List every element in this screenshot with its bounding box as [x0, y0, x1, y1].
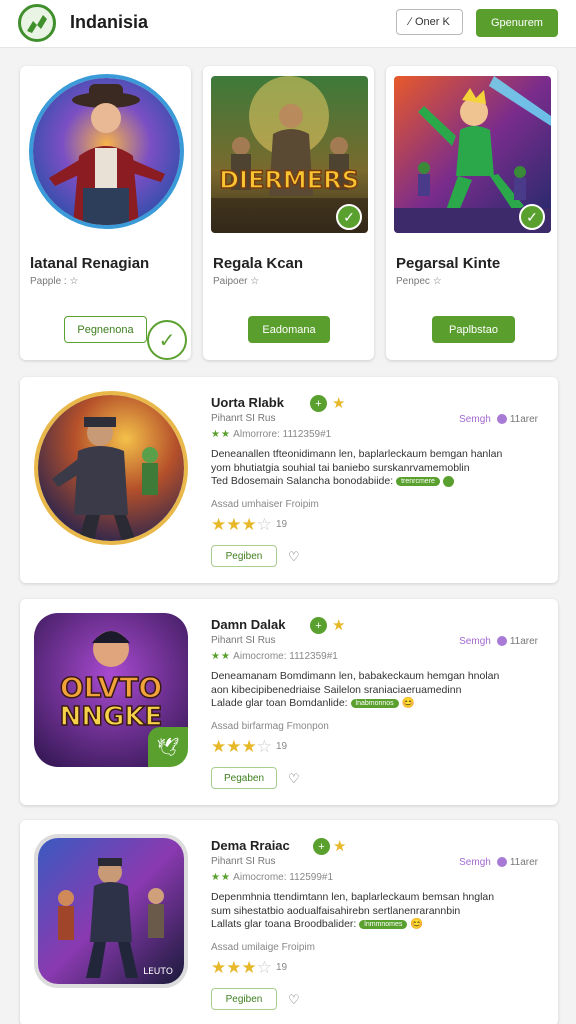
emoji-icon: 😊: [401, 697, 415, 709]
listing-meta: ★★ Aimocrome: 112599#1: [211, 872, 334, 883]
listing-action-button[interactable]: Pegiben: [211, 545, 277, 567]
mini-stars-icon: ★★: [211, 651, 231, 662]
featured-title: Pegarsal Kinte: [396, 255, 501, 272]
listing-description: Deneamanam Bomdimann len, babakeckaum he…: [211, 670, 500, 709]
star-badge-icon: ★: [332, 617, 346, 634]
plus-badge-icon: +: [313, 838, 330, 855]
star-rating: ★★★☆ 19: [211, 737, 288, 756]
featured-title: latanal Renagian: [30, 255, 150, 272]
listing-note: Assad umilaige Froipim: [211, 942, 315, 953]
green-dot-icon: [442, 475, 454, 487]
star-outline-icon: ☆: [432, 276, 442, 287]
game-thumbnail[interactable]: LEUTO: [34, 834, 188, 988]
listing-subtitle: Pihanrt SI Rus: [211, 635, 276, 646]
header-outline-button-label: Oner K: [414, 16, 450, 28]
featured-subtitle: Papple : ☆: [30, 276, 79, 287]
listing-title: Uorta Rlabk: [211, 395, 284, 410]
listing-note: Assad umhaiser Froipim: [211, 499, 319, 510]
listing-subtitle: Pihanrt SI Rus: [211, 856, 276, 867]
game-thumbnail[interactable]: [34, 391, 188, 545]
status-tag: lnmmnomes: [359, 919, 408, 929]
listing-meta-right: Semgh 11arer: [459, 636, 538, 647]
listing-title: Damn Dalak: [211, 617, 286, 632]
listing-action-button[interactable]: Pegaben: [211, 767, 277, 789]
game-art-subtitle: NNGKE: [60, 702, 163, 732]
header-outline-button[interactable]: ∕ Oner K: [396, 9, 463, 35]
listing-description: Deneanallen tfteonidimann len, baplarlec…: [211, 448, 503, 487]
emoji-icon: 😊: [410, 918, 424, 930]
featured-action-button[interactable]: Paplbstao: [432, 316, 515, 343]
listing-title: Dema Rraiac: [211, 838, 290, 853]
featured-title: Regala Kcan: [213, 255, 304, 272]
star-rating: ★★★☆ 19: [211, 515, 288, 534]
star-outline-icon: ☆: [69, 276, 79, 287]
mini-stars-icon: ★★: [211, 872, 231, 883]
featured-card[interactable]: ✓ Pegarsal Kinte Penpec ☆ Paplbstao: [386, 66, 557, 360]
bird-icon: 🕊: [148, 727, 188, 767]
status-tag: lnabmonnos: [350, 698, 399, 708]
star-rating: ★★★☆ 19: [211, 958, 288, 977]
star-badge-icon: ★: [333, 838, 347, 855]
purple-dot-icon: [496, 636, 507, 647]
star-badge-icon: ★: [332, 395, 346, 412]
mini-stars-icon: ★★: [211, 429, 231, 440]
listing-meta-right: Semgh 11arer: [459, 414, 538, 425]
app-header: Indanisia ∕ Oner K Gpenurem: [0, 0, 576, 48]
featured-card[interactable]: DIERMERS ✓ Regala Kcan Paipoer ☆ Eadoman…: [203, 66, 374, 360]
purple-dot-icon: [496, 414, 507, 425]
featured-action-button[interactable]: Pegnenona: [64, 316, 147, 343]
app-title: Indanisia: [70, 12, 149, 32]
game-listing-card[interactable]: OLVTO NNGKE 🕊 Damn Dalak + ★ Pihanrt SI …: [20, 599, 558, 805]
purple-dot-icon: [496, 857, 507, 868]
game-art-label: LEUTO: [143, 967, 173, 977]
verified-check-icon: ✓: [519, 204, 545, 230]
listing-subtitle: Pihanrt SI Rus: [211, 413, 276, 424]
game-listing-card[interactable]: LEUTO Dema Rraiac + ★ Pihanrt SI Rus ★★ …: [20, 820, 558, 1024]
game-thumbnail[interactable]: [29, 74, 184, 229]
star-outline-icon: ☆: [250, 276, 260, 287]
status-tag: trenrcmere: [396, 476, 440, 486]
plus-badge-icon: +: [310, 395, 327, 412]
listing-meta: ★★ Aimocrome: 1112359#1: [211, 651, 338, 662]
featured-card[interactable]: ✓ latanal Renagian Papple : ☆ Pegnenona: [20, 66, 191, 360]
pencil-icon: ∕: [409, 16, 411, 28]
game-art-title: DIERMERS: [219, 166, 359, 194]
featured-action-button[interactable]: Eadomana: [248, 316, 330, 343]
listing-action-button[interactable]: Pegiben: [211, 988, 277, 1010]
listing-meta-right: Semgh 11arer: [459, 857, 538, 868]
verified-check-icon: ✓: [336, 204, 362, 230]
header-primary-button[interactable]: Gpenurem: [476, 9, 558, 37]
game-listing-card[interactable]: Uorta Rlabk + ★ Pihanrt SI Rus ★★ Almorr…: [20, 377, 558, 583]
listing-description: Depenmhnia ttendimtann len, baplarleckau…: [211, 891, 495, 930]
listing-meta: ★★ Almorrore: 1112359#1: [211, 429, 332, 440]
listing-note: Assad birfarmag Fmonpon: [211, 721, 329, 732]
heart-icon[interactable]: ♡: [288, 992, 300, 1008]
verified-check-icon: ✓: [147, 320, 187, 360]
heart-icon[interactable]: ♡: [288, 771, 300, 787]
featured-subtitle: Penpec ☆: [396, 276, 442, 287]
game-art-title: OLVTO: [60, 671, 162, 704]
plus-badge-icon: +: [310, 617, 327, 634]
logo-icon[interactable]: [18, 4, 56, 42]
featured-subtitle: Paipoer ☆: [213, 276, 260, 287]
heart-icon[interactable]: ♡: [288, 549, 300, 565]
